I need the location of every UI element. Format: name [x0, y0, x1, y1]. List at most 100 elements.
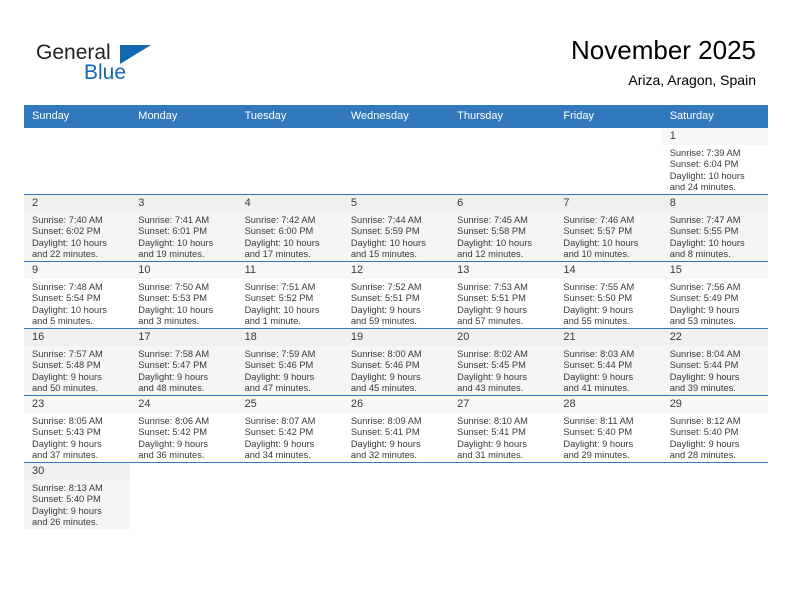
day-detail-sunset: Sunset: 5:45 PM [457, 360, 526, 371]
day-detail-sunset: Sunset: 5:52 PM [244, 293, 314, 304]
day-detail-daylight2: and 22 minutes. [32, 249, 99, 260]
calendar-day-cell[interactable]: 21 Sunrise: 8:03 AM Sunset: 5:44 PM Dayligh… [555, 328, 662, 396]
calendar-day-cell[interactable]: 2 Sunrise: 7:40 AM Sunset: 6:02 PM Daylight… [24, 194, 131, 262]
day-detail-daylight2: and 29 minutes. [563, 450, 630, 461]
calendar-day-cell[interactable]: 24 Sunrise: 8:06 AM Sunset: 5:42 PM Dayligh… [130, 395, 237, 463]
calendar-day-cell[interactable]: 9 Sunrise: 7:48 AM Sunset: 5:54 PM Daylight… [24, 261, 131, 329]
page-subtitle: Ariza, Aragon, Spain [628, 72, 756, 88]
day-details: Sunrise: 8:04 AM Sunset: 5:44 PM Daylight:… [662, 346, 768, 395]
day-detail-sunrise: Sunrise: 7:44 AM [350, 215, 422, 225]
day-detail-sunset: Sunset: 5:50 PM [563, 293, 633, 304]
calendar-day-cell[interactable]: 29 Sunrise: 8:12 AM Sunset: 5:40 PM Dayligh… [661, 395, 768, 463]
day-detail-sunset: Sunset: 5:55 PM [669, 226, 739, 237]
day-number: 10 [130, 262, 237, 279]
day-detail-sunrise: Sunrise: 8:05 AM [32, 416, 103, 426]
day-detail-sunrise: Sunrise: 7:53 AM [457, 282, 528, 292]
calendar-day-cell[interactable]: 17 Sunrise: 7:58 AM Sunset: 5:47 PM Dayligh… [130, 328, 237, 396]
calendar-day-cell[interactable]: 26 Sunrise: 8:09 AM Sunset: 5:41 PM Dayligh… [342, 395, 450, 463]
calendar-day-cell-empty [449, 127, 556, 195]
day-detail-sunrise: Sunrise: 7:55 AM [563, 282, 635, 292]
day-detail-sunset: Sunset: 5:48 PM [32, 360, 101, 371]
day-detail-daylight2: and 39 minutes. [669, 383, 736, 394]
calendar-table: Sunday Monday Tuesday Wednesday Thursday… [24, 105, 768, 529]
day-number: 23 [24, 396, 131, 413]
calendar-day-cell[interactable]: 20 Sunrise: 8:02 AM Sunset: 5:45 PM Dayligh… [449, 328, 556, 396]
day-details: Sunrise: 8:12 AM Sunset: 5:40 PM Daylight:… [662, 413, 768, 462]
day-detail-daylight2: and 17 minutes. [244, 249, 311, 260]
day-detail-sunrise: Sunrise: 8:02 AM [457, 349, 528, 359]
calendar-day-cell-empty [449, 462, 556, 529]
calendar-day-cell[interactable]: 12 Sunrise: 7:52 AM Sunset: 5:51 PM Dayligh… [342, 261, 450, 329]
calendar-day-cell[interactable]: 25 Sunrise: 8:07 AM Sunset: 5:42 PM Dayligh… [236, 395, 343, 463]
day-detail-daylight1: Daylight: 9 hours [32, 371, 102, 382]
day-detail-sunset: Sunset: 5:53 PM [138, 293, 208, 304]
day-detail-daylight1: Daylight: 9 hours [669, 438, 740, 449]
weekday-header-row: Sunday Monday Tuesday Wednesday Thursday… [24, 105, 768, 128]
day-details: Sunrise: 7:51 AM Sunset: 5:52 PM Daylight:… [237, 279, 343, 328]
calendar-day-cell[interactable]: 10 Sunrise: 7:50 AM Sunset: 5:53 PM Dayligh… [130, 261, 237, 329]
calendar-day-cell[interactable]: 3 Sunrise: 7:41 AM Sunset: 6:01 PM Daylight… [130, 194, 237, 262]
day-detail-sunset: Sunset: 5:40 PM [669, 427, 739, 438]
day-detail-daylight1: Daylight: 9 hours [457, 304, 527, 315]
calendar-day-cell[interactable]: 19 Sunrise: 8:00 AM Sunset: 5:46 PM Dayligh… [342, 328, 450, 396]
day-number: 11 [236, 262, 343, 279]
day-details: Sunrise: 8:11 AM Sunset: 5:40 PM Daylight:… [555, 413, 661, 462]
day-number: 5 [342, 195, 450, 212]
day-detail-daylight2: and 12 minutes. [457, 249, 524, 260]
calendar-day-cell[interactable]: 15 Sunrise: 7:56 AM Sunset: 5:49 PM Dayligh… [661, 261, 768, 329]
day-detail-sunset: Sunset: 5:44 PM [669, 360, 739, 371]
calendar-day-cell[interactable]: 4 Sunrise: 7:42 AM Sunset: 6:00 PM Daylight… [236, 194, 343, 262]
day-detail-daylight1: Daylight: 9 hours [563, 371, 634, 382]
day-detail-sunrise: Sunrise: 7:56 AM [669, 282, 741, 292]
day-details: Sunrise: 8:13 AM Sunset: 5:40 PM Daylight:… [24, 480, 130, 529]
day-detail-daylight1: Daylight: 9 hours [669, 304, 740, 315]
calendar-day-cell[interactable]: 16 Sunrise: 7:57 AM Sunset: 5:48 PM Dayligh… [24, 328, 131, 396]
day-detail-sunset: Sunset: 6:01 PM [138, 226, 208, 237]
day-number: 8 [661, 195, 768, 212]
day-details: Sunrise: 7:55 AM Sunset: 5:50 PM Daylight:… [555, 279, 661, 328]
calendar-day-cell[interactable]: 28 Sunrise: 8:11 AM Sunset: 5:40 PM Dayligh… [555, 395, 662, 463]
day-number: 20 [449, 329, 556, 346]
calendar-day-cell[interactable]: 22 Sunrise: 8:04 AM Sunset: 5:44 PM Dayligh… [661, 328, 768, 396]
day-detail-sunrise: Sunrise: 7:46 AM [563, 215, 635, 225]
day-details: Sunrise: 7:44 AM Sunset: 5:59 PM Daylight:… [343, 212, 449, 261]
day-detail-sunset: Sunset: 5:46 PM [244, 360, 314, 371]
day-detail-sunrise: Sunrise: 8:13 AM [32, 483, 103, 493]
calendar-day-cell[interactable]: 11 Sunrise: 7:51 AM Sunset: 5:52 PM Dayligh… [236, 261, 343, 329]
day-detail-daylight1: Daylight: 10 hours [457, 237, 533, 248]
day-number: 4 [236, 195, 343, 212]
day-detail-daylight2: and 8 minutes. [669, 249, 731, 260]
calendar-day-cell[interactable]: 14 Sunrise: 7:55 AM Sunset: 5:50 PM Dayligh… [555, 261, 662, 329]
day-detail-sunrise: Sunrise: 7:52 AM [350, 282, 422, 292]
calendar-day-cell[interactable]: 8 Sunrise: 7:47 AM Sunset: 5:55 PM Daylight… [661, 194, 768, 262]
day-detail-sunset: Sunset: 5:42 PM [244, 427, 314, 438]
day-details: Sunrise: 7:52 AM Sunset: 5:51 PM Daylight:… [343, 279, 449, 328]
day-detail-sunset: Sunset: 5:40 PM [32, 494, 101, 505]
calendar-day-cell[interactable]: 27 Sunrise: 8:10 AM Sunset: 5:41 PM Dayligh… [449, 395, 556, 463]
calendar-day-cell[interactable]: 23 Sunrise: 8:05 AM Sunset: 5:43 PM Dayligh… [24, 395, 131, 463]
day-number: 26 [342, 396, 450, 413]
day-detail-daylight1: Daylight: 9 hours [138, 438, 209, 449]
day-details: Sunrise: 8:03 AM Sunset: 5:44 PM Daylight:… [555, 346, 661, 395]
day-details: Sunrise: 8:00 AM Sunset: 5:46 PM Daylight:… [343, 346, 449, 395]
calendar-day-cell[interactable]: 1 Sunrise: 7:39 AM Sunset: 6:04 PM Daylight… [661, 127, 768, 195]
calendar-day-cell[interactable]: 13 Sunrise: 7:53 AM Sunset: 5:51 PM Dayligh… [449, 261, 556, 329]
calendar-week-row: 16 Sunrise: 7:57 AM Sunset: 5:48 PM Dayligh… [24, 328, 768, 396]
calendar-day-cell[interactable]: 5 Sunrise: 7:44 AM Sunset: 5:59 PM Daylight… [342, 194, 450, 262]
calendar-day-cell[interactable]: 30 Sunrise: 8:13 AM Sunset: 5:40 PM Dayligh… [24, 462, 131, 529]
day-detail-daylight1: Daylight: 10 hours [32, 304, 107, 315]
day-detail-sunrise: Sunrise: 7:41 AM [138, 215, 210, 225]
day-detail-daylight2: and 36 minutes. [138, 450, 205, 461]
day-detail-daylight2: and 43 minutes. [457, 383, 524, 394]
calendar-week-row: 23 Sunrise: 8:05 AM Sunset: 5:43 PM Dayligh… [24, 395, 768, 463]
day-detail-sunset: Sunset: 6:02 PM [32, 226, 101, 237]
calendar-day-cell[interactable]: 6 Sunrise: 7:45 AM Sunset: 5:58 PM Daylight… [449, 194, 556, 262]
brand-logo[interactable]: General Blue [36, 42, 166, 90]
calendar-day-cell[interactable]: 7 Sunrise: 7:46 AM Sunset: 5:57 PM Daylight… [555, 194, 662, 262]
day-detail-daylight2: and 24 minutes. [669, 182, 736, 193]
day-detail-sunrise: Sunrise: 8:11 AM [563, 416, 634, 426]
calendar-day-cell[interactable]: 18 Sunrise: 7:59 AM Sunset: 5:46 PM Dayligh… [236, 328, 343, 396]
day-details: Sunrise: 7:48 AM Sunset: 5:54 PM Daylight:… [24, 279, 130, 328]
day-detail-sunset: Sunset: 5:46 PM [350, 360, 420, 371]
day-detail-sunrise: Sunrise: 8:10 AM [457, 416, 528, 426]
